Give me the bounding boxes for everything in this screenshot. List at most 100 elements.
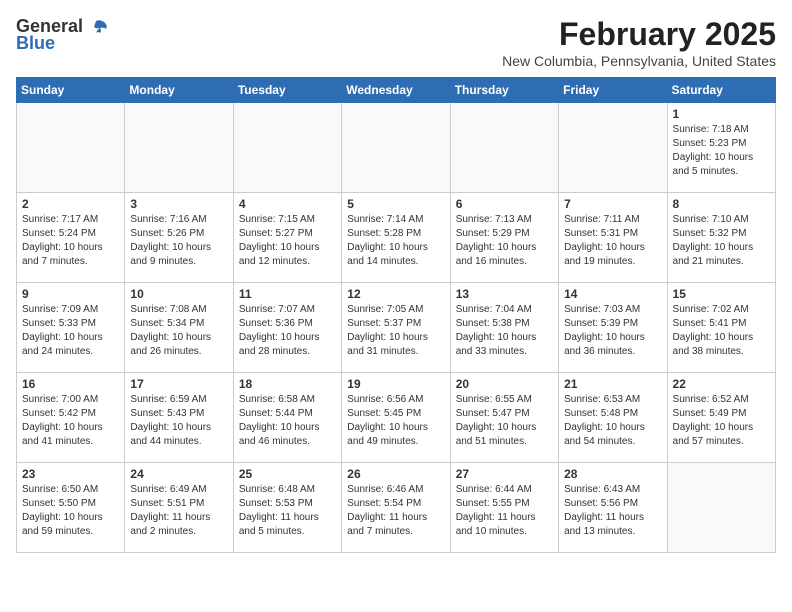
calendar-cell: 4Sunrise: 7:15 AM Sunset: 5:27 PM Daylig… <box>233 193 341 283</box>
day-detail: Sunrise: 6:58 AM Sunset: 5:44 PM Dayligh… <box>239 393 336 449</box>
calendar-body: 1 Sunrise: 7:18 AM Sunset: 5:23 PM Daylig… <box>17 103 776 553</box>
day-detail: Sunrise: 7:13 AM Sunset: 5:29 PM Dayligh… <box>456 213 553 269</box>
day-number: 27 <box>456 467 553 481</box>
calendar-cell <box>17 103 125 193</box>
day-number: 12 <box>347 287 444 301</box>
calendar-header: Sunday Monday Tuesday Wednesday Thursday… <box>17 78 776 103</box>
day-detail: Sunrise: 6:59 AM Sunset: 5:43 PM Dayligh… <box>130 393 227 449</box>
calendar-cell: 23 Sunrise: 6:50 AM Sunset: 5:50 PM Dayli… <box>17 463 125 553</box>
calendar-subtitle: New Columbia, Pennsylvania, United State… <box>502 53 776 69</box>
day-number: 22 <box>673 377 770 391</box>
day-number: 2 <box>22 197 119 211</box>
calendar-cell: 22 Sunrise: 6:52 AM Sunset: 5:49 PM Dayli… <box>667 373 775 463</box>
day-number: 28 <box>564 467 661 481</box>
calendar-cell: 24 Sunrise: 6:49 AM Sunset: 5:51 PM Dayli… <box>125 463 233 553</box>
day-number: 3 <box>130 197 227 211</box>
calendar-cell: 5 Sunrise: 7:14 AM Sunset: 5:28 PM Daylig… <box>342 193 450 283</box>
calendar-cell: 17 Sunrise: 6:59 AM Sunset: 5:43 PM Dayli… <box>125 373 233 463</box>
header-monday: Monday <box>125 78 233 103</box>
calendar-cell: 2 Sunrise: 7:17 AM Sunset: 5:24 PM Daylig… <box>17 193 125 283</box>
header-row: Sunday Monday Tuesday Wednesday Thursday… <box>17 78 776 103</box>
day-number: 6 <box>456 197 553 211</box>
day-number: 14 <box>564 287 661 301</box>
day-number: 7 <box>564 197 661 211</box>
header-tuesday: Tuesday <box>233 78 341 103</box>
day-detail: Sunrise: 7:16 AM Sunset: 5:26 PM Dayligh… <box>130 213 227 269</box>
day-detail: Sunrise: 6:49 AM Sunset: 5:51 PM Dayligh… <box>130 483 227 539</box>
calendar-week-0: 1 Sunrise: 7:18 AM Sunset: 5:23 PM Daylig… <box>17 103 776 193</box>
calendar-cell: 6 Sunrise: 7:13 AM Sunset: 5:29 PM Daylig… <box>450 193 558 283</box>
calendar-cell: 15 Sunrise: 7:02 AM Sunset: 5:41 PM Dayli… <box>667 283 775 373</box>
day-number: 26 <box>347 467 444 481</box>
day-detail: Sunrise: 6:50 AM Sunset: 5:50 PM Dayligh… <box>22 483 119 539</box>
day-number: 1 <box>673 107 770 121</box>
day-number: 13 <box>456 287 553 301</box>
calendar-cell: 8 Sunrise: 7:10 AM Sunset: 5:32 PM Daylig… <box>667 193 775 283</box>
calendar-cell: 14 Sunrise: 7:03 AM Sunset: 5:39 PM Dayli… <box>559 283 667 373</box>
header-thursday: Thursday <box>450 78 558 103</box>
day-number: 18 <box>239 377 336 391</box>
header-friday: Friday <box>559 78 667 103</box>
calendar-cell: 10Sunrise: 7:08 AM Sunset: 5:34 PM Dayli… <box>125 283 233 373</box>
day-number: 8 <box>673 197 770 211</box>
logo: General Blue <box>16 16 108 54</box>
day-number: 10 <box>130 287 227 301</box>
calendar-cell: 25Sunrise: 6:48 AM Sunset: 5:53 PM Dayli… <box>233 463 341 553</box>
calendar-cell: 12 Sunrise: 7:05 AM Sunset: 5:37 PM Dayli… <box>342 283 450 373</box>
day-detail: Sunrise: 7:11 AM Sunset: 5:31 PM Dayligh… <box>564 213 661 269</box>
day-detail: Sunrise: 6:46 AM Sunset: 5:54 PM Dayligh… <box>347 483 444 539</box>
calendar-cell: 1 Sunrise: 7:18 AM Sunset: 5:23 PM Daylig… <box>667 103 775 193</box>
logo-blue-text: Blue <box>16 33 55 54</box>
calendar-title: February 2025 <box>502 16 776 53</box>
day-detail: Sunrise: 7:04 AM Sunset: 5:38 PM Dayligh… <box>456 303 553 359</box>
day-detail: Sunrise: 7:10 AM Sunset: 5:32 PM Dayligh… <box>673 213 770 269</box>
day-number: 5 <box>347 197 444 211</box>
day-number: 23 <box>22 467 119 481</box>
calendar-cell: 9 Sunrise: 7:09 AM Sunset: 5:33 PM Daylig… <box>17 283 125 373</box>
day-number: 15 <box>673 287 770 301</box>
calendar-table: Sunday Monday Tuesday Wednesday Thursday… <box>16 77 776 553</box>
calendar-cell: 11 Sunrise: 7:07 AM Sunset: 5:36 PM Dayli… <box>233 283 341 373</box>
day-number: 21 <box>564 377 661 391</box>
calendar-week-1: 2 Sunrise: 7:17 AM Sunset: 5:24 PM Daylig… <box>17 193 776 283</box>
calendar-cell: 21Sunrise: 6:53 AM Sunset: 5:48 PM Dayli… <box>559 373 667 463</box>
day-detail: Sunrise: 7:14 AM Sunset: 5:28 PM Dayligh… <box>347 213 444 269</box>
day-detail: Sunrise: 7:05 AM Sunset: 5:37 PM Dayligh… <box>347 303 444 359</box>
day-detail: Sunrise: 7:00 AM Sunset: 5:42 PM Dayligh… <box>22 393 119 449</box>
day-detail: Sunrise: 7:15 AM Sunset: 5:27 PM Dayligh… <box>239 213 336 269</box>
day-detail: Sunrise: 7:18 AM Sunset: 5:23 PM Dayligh… <box>673 123 770 179</box>
calendar-week-2: 9 Sunrise: 7:09 AM Sunset: 5:33 PM Daylig… <box>17 283 776 373</box>
day-number: 24 <box>130 467 227 481</box>
calendar-cell: 18 Sunrise: 6:58 AM Sunset: 5:44 PM Dayli… <box>233 373 341 463</box>
calendar-cell: 19Sunrise: 6:56 AM Sunset: 5:45 PM Dayli… <box>342 373 450 463</box>
day-detail: Sunrise: 6:44 AM Sunset: 5:55 PM Dayligh… <box>456 483 553 539</box>
day-number: 17 <box>130 377 227 391</box>
calendar-cell: 13 Sunrise: 7:04 AM Sunset: 5:38 PM Dayli… <box>450 283 558 373</box>
day-detail: Sunrise: 6:52 AM Sunset: 5:49 PM Dayligh… <box>673 393 770 449</box>
day-number: 19 <box>347 377 444 391</box>
day-detail: Sunrise: 6:43 AM Sunset: 5:56 PM Dayligh… <box>564 483 661 539</box>
calendar-cell <box>233 103 341 193</box>
day-detail: Sunrise: 6:48 AM Sunset: 5:53 PM Dayligh… <box>239 483 336 539</box>
day-number: 9 <box>22 287 119 301</box>
header: General Blue February 2025 New Columbia,… <box>16 16 776 69</box>
day-detail: Sunrise: 7:03 AM Sunset: 5:39 PM Dayligh… <box>564 303 661 359</box>
day-detail: Sunrise: 7:09 AM Sunset: 5:33 PM Dayligh… <box>22 303 119 359</box>
day-number: 11 <box>239 287 336 301</box>
header-wednesday: Wednesday <box>342 78 450 103</box>
title-area: February 2025 New Columbia, Pennsylvania… <box>502 16 776 69</box>
header-sunday: Sunday <box>17 78 125 103</box>
day-detail: Sunrise: 6:55 AM Sunset: 5:47 PM Dayligh… <box>456 393 553 449</box>
calendar-cell <box>450 103 558 193</box>
calendar-week-4: 23 Sunrise: 6:50 AM Sunset: 5:50 PM Dayli… <box>17 463 776 553</box>
calendar-week-3: 16Sunrise: 7:00 AM Sunset: 5:42 PM Dayli… <box>17 373 776 463</box>
calendar-cell <box>667 463 775 553</box>
day-detail: Sunrise: 7:07 AM Sunset: 5:36 PM Dayligh… <box>239 303 336 359</box>
header-saturday: Saturday <box>667 78 775 103</box>
calendar-cell: 26 Sunrise: 6:46 AM Sunset: 5:54 PM Dayli… <box>342 463 450 553</box>
calendar-cell <box>342 103 450 193</box>
day-detail: Sunrise: 7:17 AM Sunset: 5:24 PM Dayligh… <box>22 213 119 269</box>
calendar-cell <box>559 103 667 193</box>
calendar-cell: 20Sunrise: 6:55 AM Sunset: 5:47 PM Dayli… <box>450 373 558 463</box>
day-detail: Sunrise: 7:02 AM Sunset: 5:41 PM Dayligh… <box>673 303 770 359</box>
